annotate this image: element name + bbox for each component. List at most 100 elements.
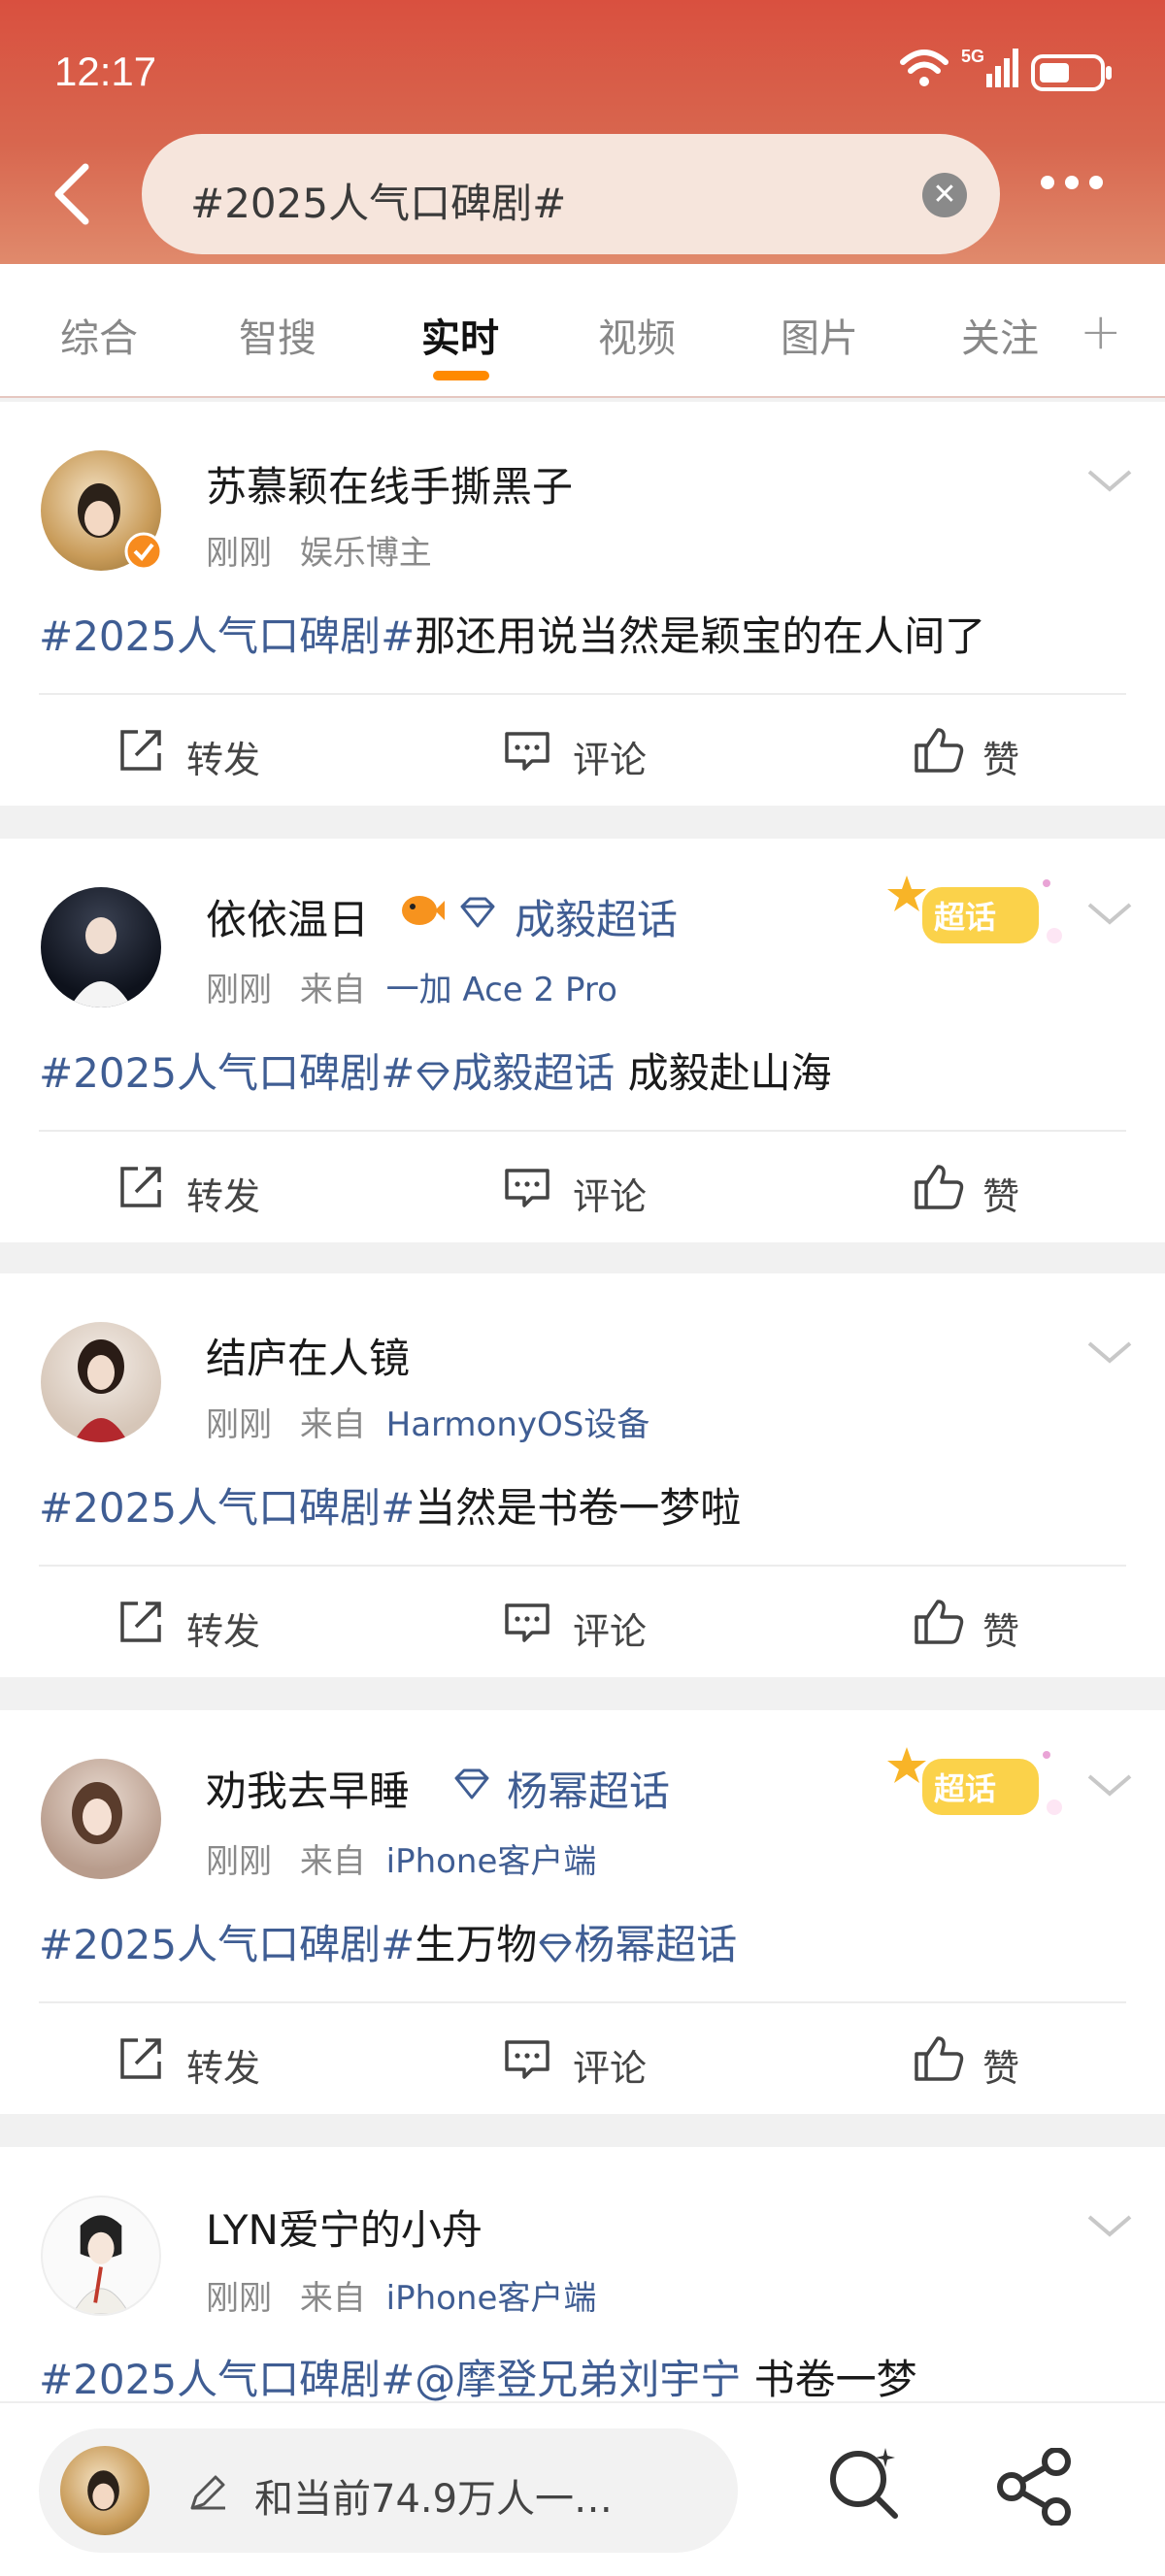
post-time: 刚刚 [206, 534, 272, 573]
comment-icon [505, 2040, 549, 2079]
tab-realtime[interactable]: 实时 [421, 307, 499, 380]
post-content: #2025人气口碑剧#生万物 杨幂超话 [39, 1921, 738, 1968]
repost-icon [120, 730, 161, 771]
post-card[interactable]: 劝我去早睡 杨幂超话 刚刚 来自 iPhone客户端 超话 #2025人气口碑剧… [0, 1710, 1165, 2114]
chevron-down-icon[interactable] [1085, 1338, 1134, 1367]
thumbs-up-icon [915, 728, 964, 773]
username[interactable]: 劝我去早睡 [206, 1759, 410, 1818]
source-device[interactable]: iPhone客户端 [386, 2279, 597, 2318]
chevron-down-icon[interactable] [1085, 1770, 1134, 1800]
username[interactable]: 依依温日 [206, 887, 369, 946]
chevron-down-icon[interactable] [1085, 466, 1134, 495]
repost-icon [120, 1602, 161, 1642]
super-topic-link[interactable]: 成毅超话 [415, 1049, 615, 1097]
tab-following[interactable]: 关注 [961, 307, 1039, 363]
back-icon[interactable] [43, 155, 101, 233]
post-card[interactable]: 依依温日 成毅超话 刚刚 来自 一加 Ace 2 Pro 超话 #2025人气口… [0, 839, 1165, 1242]
post-card[interactable]: 苏慕颖在线手撕黑子 刚刚 娱乐博主 #2025人气口碑剧#那还用说当然是颖宝的在… [0, 402, 1165, 806]
hashtag-link[interactable]: #2025人气口碑剧# [39, 1049, 415, 1097]
post-card[interactable]: LYN爱宁的小舟 刚刚 来自 iPhone客户端 #2025人气口碑剧#@摩登兄… [0, 2147, 1165, 2403]
repost-button[interactable]: 转发 [116, 1598, 291, 1653]
active-tab-indicator [433, 371, 489, 380]
like-button[interactable]: 赞 [913, 1598, 1048, 1653]
comment-button[interactable]: 评论 [503, 1163, 678, 1218]
avatar[interactable] [41, 1322, 161, 1442]
comment-icon [505, 1169, 549, 1207]
super-topic-badge: 超话 [887, 875, 1062, 943]
share-icon[interactable] [996, 2448, 1080, 2526]
source-device[interactable]: HarmonyOS设备 [386, 1405, 650, 1444]
comment-composer[interactable]: 和当前74.9万人一… [39, 2428, 738, 2553]
source-device[interactable]: iPhone客户端 [386, 1842, 597, 1881]
tab-bar: 综合 智搜 实时 视频 图片 关注 + [0, 264, 1165, 398]
like-button[interactable]: 赞 [913, 2034, 1048, 2090]
post-meta: 刚刚 来自 一加 Ace 2 Pro [206, 971, 617, 1009]
username[interactable]: LYN爱宁的小舟 [206, 2197, 483, 2257]
composer-placeholder: 和当前74.9万人一… [254, 2477, 614, 2522]
username[interactable]: 结庐在人镜 [206, 1326, 410, 1385]
cellular-signal-icon: 5G [961, 47, 1018, 87]
post-meta: 刚刚 来自 HarmonyOS设备 [206, 1405, 650, 1444]
divider [39, 2001, 1126, 2003]
source-device[interactable]: 一加 Ace 2 Pro [386, 971, 617, 1009]
comment-icon [505, 732, 549, 771]
svg-text:5G: 5G [961, 47, 984, 66]
post-time: 刚刚 [206, 2279, 272, 2318]
super-topic-badge: 超话 [887, 1747, 1062, 1815]
like-button[interactable]: 赞 [913, 1163, 1048, 1218]
repost-icon [120, 2038, 161, 2079]
post-time: 刚刚 [206, 971, 272, 1009]
repost-button[interactable]: 转发 [116, 2034, 291, 2090]
tab-images[interactable]: 图片 [781, 307, 858, 363]
chevron-down-icon[interactable] [1085, 899, 1134, 928]
avatar[interactable] [41, 2196, 161, 2316]
user-title: 娱乐博主 [299, 534, 432, 573]
mention-link[interactable]: @摩登兄弟刘宇宁 [415, 2356, 741, 2403]
tab-comprehensive[interactable]: 综合 [60, 307, 138, 363]
post-time: 刚刚 [206, 1842, 272, 1881]
divider [39, 1565, 1126, 1567]
tab-smart-search[interactable]: 智搜 [239, 307, 316, 363]
thumbs-up-icon [915, 2036, 964, 2081]
my-avatar [60, 2446, 150, 2535]
comment-icon [505, 1603, 549, 1642]
more-options-icon[interactable] [1041, 175, 1118, 214]
divider [39, 1130, 1126, 1132]
super-topic-link[interactable]: 杨幂超话 [537, 1921, 737, 1968]
wifi-icon [900, 50, 949, 86]
like-button[interactable]: 赞 [913, 726, 1048, 781]
super-topic-link[interactable]: 成毅超话 [515, 887, 678, 946]
post-meta: 刚刚 来自 iPhone客户端 [206, 2279, 597, 2318]
super-topic-link[interactable]: 杨幂超话 [507, 1759, 670, 1818]
repost-button[interactable]: 转发 [116, 1163, 291, 1218]
hashtag-link[interactable]: #2025人气口碑剧# [39, 1921, 415, 1968]
svg-text:超话: 超话 [934, 1770, 996, 1807]
post-time: 刚刚 [206, 1405, 272, 1444]
hashtag-link[interactable]: #2025人气口碑剧# [39, 612, 415, 660]
pencil-icon [190, 2475, 225, 2510]
diamond-super-topic-icon [460, 897, 495, 928]
repost-button[interactable]: 转发 [116, 726, 291, 781]
smart-search-icon[interactable] [825, 2444, 903, 2522]
hashtag-link[interactable]: #2025人气口碑剧# [39, 1484, 415, 1532]
username[interactable]: 苏慕颖在线手撕黑子 [206, 454, 573, 513]
post-card[interactable]: 结庐在人镜 刚刚 来自 HarmonyOS设备 #2025人气口碑剧#当然是书卷… [0, 1273, 1165, 1677]
avatar[interactable] [41, 887, 161, 1007]
clear-search-icon[interactable]: ✕ [922, 173, 967, 217]
hashtag-link[interactable]: #2025人气口碑剧# [39, 2356, 415, 2403]
search-input[interactable]: #2025人气口碑剧# ✕ [142, 134, 1000, 254]
header: 12:17 5G #2025人气口碑剧# ✕ [0, 0, 1165, 264]
verified-badge-icon [124, 532, 163, 571]
tab-video[interactable]: 视频 [598, 307, 676, 363]
chevron-down-icon[interactable] [1085, 2211, 1134, 2240]
status-time: 12:17 [54, 49, 157, 94]
svg-text:超话: 超话 [934, 899, 996, 936]
comment-button[interactable]: 评论 [503, 726, 678, 781]
comment-button[interactable]: 评论 [503, 1598, 678, 1653]
avatar[interactable] [41, 1759, 161, 1879]
comment-button[interactable]: 评论 [503, 2034, 678, 2090]
status-bar: 12:17 5G [0, 0, 1165, 136]
thumbs-up-icon [915, 1165, 964, 1209]
post-meta: 刚刚 来自 iPhone客户端 [206, 1842, 597, 1881]
add-tab-icon[interactable]: + [1080, 303, 1122, 361]
